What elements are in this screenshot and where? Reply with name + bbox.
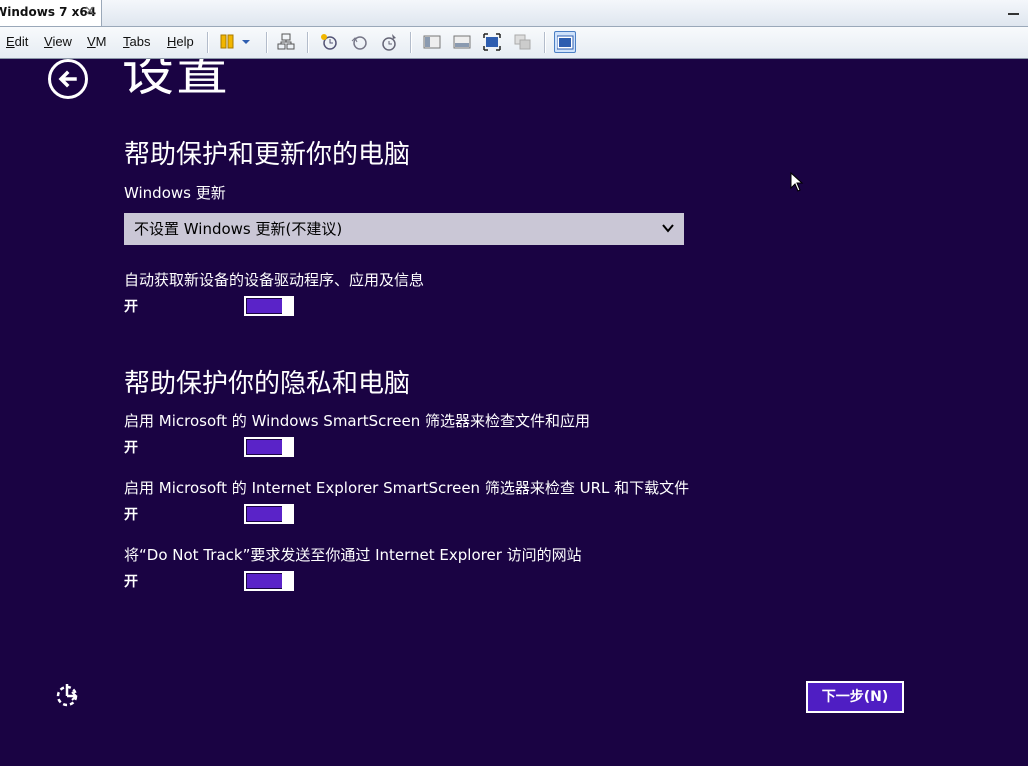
smartscreen-ie-state: 开 bbox=[124, 507, 138, 523]
windows-update-select-value: 不设置 Windows 更新(不建议) bbox=[134, 220, 343, 238]
full-screen-icon bbox=[483, 33, 501, 51]
pause-dropdown-button[interactable] bbox=[216, 31, 256, 53]
oobe-settings-screen: 设置 帮助保护和更新你的电脑 Windows 更新 不设置 Windows 更新… bbox=[0, 59, 1028, 766]
unity-button[interactable] bbox=[511, 31, 533, 53]
minimize-icon[interactable] bbox=[1008, 6, 1020, 18]
mouse-cursor-icon bbox=[790, 172, 804, 192]
toggle-thumb bbox=[282, 504, 294, 524]
full-screen-button[interactable] bbox=[481, 31, 503, 53]
toggle-thumb bbox=[282, 571, 294, 591]
toolbar-separator bbox=[207, 32, 209, 53]
take-snapshot-button[interactable] bbox=[318, 31, 340, 53]
revert-icon bbox=[351, 36, 367, 50]
toolbar-separator bbox=[266, 32, 268, 53]
smartscreen-windows-toggle[interactable] bbox=[244, 437, 294, 457]
show-sidebar-button[interactable] bbox=[421, 31, 443, 53]
thumbnail-bar-icon bbox=[453, 35, 471, 49]
toolbar-separator bbox=[544, 32, 546, 53]
vm-tab-title: Windows 7 x64 bbox=[0, 5, 97, 19]
menu-edit[interactable]: Edit bbox=[6, 34, 28, 49]
back-arrow-icon bbox=[58, 70, 77, 88]
do-not-track-label: 将“Do Not Track”要求发送至你通过 Internet Explore… bbox=[124, 546, 582, 564]
toggle-thumb bbox=[282, 296, 294, 316]
driver-option-label: 自动获取新设备的设备驱动程序、应用及信息 bbox=[124, 271, 425, 289]
page-title: 设置 bbox=[122, 59, 231, 103]
pause-icon bbox=[220, 34, 250, 49]
console-view-button[interactable] bbox=[554, 31, 576, 53]
tab-close-icon[interactable]: × bbox=[84, 3, 96, 19]
menu-toolbar: Edit View VM Tabs Help bbox=[0, 27, 1028, 59]
smartscreen-windows-state: 开 bbox=[124, 440, 138, 456]
ease-of-access-icon[interactable] bbox=[54, 682, 82, 714]
driver-toggle-state: 开 bbox=[124, 299, 138, 315]
menu-view[interactable]: View bbox=[44, 34, 72, 49]
toggle-fill bbox=[247, 574, 282, 588]
menu-help[interactable]: Help bbox=[167, 34, 194, 49]
vm-tab[interactable]: Windows 7 x64 × bbox=[0, 0, 102, 26]
snapshot-manager-icon bbox=[382, 34, 396, 51]
next-button[interactable]: 下一步(N) bbox=[806, 681, 904, 713]
revert-snapshot-button[interactable] bbox=[348, 31, 370, 53]
section-heading-privacy: 帮助保护你的隐私和电脑 bbox=[124, 369, 411, 399]
chevron-down-icon bbox=[662, 224, 674, 233]
toggle-fill bbox=[247, 299, 282, 313]
smartscreen-windows-label: 启用 Microsoft 的 Windows SmartScreen 筛选器来检… bbox=[124, 412, 591, 430]
toggle-fill bbox=[247, 440, 282, 454]
menu-tabs[interactable]: Tabs bbox=[123, 34, 150, 49]
send-keys-button[interactable] bbox=[275, 31, 297, 53]
toolbar-separator bbox=[307, 32, 309, 53]
toggle-thumb bbox=[282, 437, 294, 457]
snapshot-icon bbox=[321, 34, 337, 50]
vm-tab-bar: Windows 7 x64 × bbox=[0, 0, 1028, 27]
do-not-track-toggle[interactable] bbox=[244, 571, 294, 591]
toolbar-separator bbox=[410, 32, 412, 53]
driver-toggle[interactable] bbox=[244, 296, 294, 316]
unity-icon bbox=[514, 34, 531, 50]
smartscreen-ie-label: 启用 Microsoft 的 Internet Explorer SmartSc… bbox=[124, 479, 690, 497]
smartscreen-ie-toggle[interactable] bbox=[244, 504, 294, 524]
windows-update-select[interactable]: 不设置 Windows 更新(不建议) bbox=[124, 213, 684, 245]
show-thumbnail-button[interactable] bbox=[451, 31, 473, 53]
sidebar-icon bbox=[423, 35, 441, 49]
menu-vm[interactable]: VM bbox=[87, 34, 107, 49]
section-heading-update: 帮助保护和更新你的电脑 bbox=[124, 140, 411, 170]
back-button[interactable] bbox=[48, 59, 88, 99]
windows-update-label: Windows 更新 bbox=[124, 184, 226, 202]
console-view-icon bbox=[557, 35, 574, 50]
toggle-fill bbox=[247, 507, 282, 521]
do-not-track-state: 开 bbox=[124, 574, 138, 590]
snapshot-manager-button[interactable] bbox=[378, 31, 400, 53]
network-icon bbox=[277, 33, 295, 50]
